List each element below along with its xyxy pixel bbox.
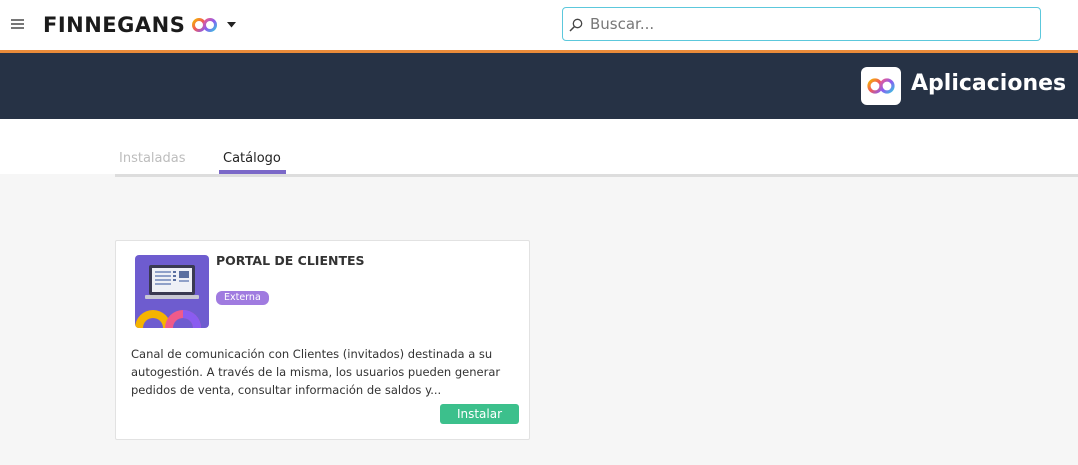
search-input[interactable]: [590, 8, 1030, 40]
install-button[interactable]: Instalar: [440, 404, 519, 424]
chevron-down-icon: [227, 22, 237, 28]
app-type-badge: Externa: [216, 291, 269, 305]
finnegans-logo-icon: [192, 18, 218, 32]
app-description: Canal de comunicación con Clientes (invi…: [131, 347, 501, 397]
top-bar: FINNEGANS: [0, 0, 1078, 53]
apps-logo-icon: [861, 67, 901, 105]
tab-catalogo[interactable]: Catálogo: [223, 151, 281, 166]
app-title: PORTAL DE CLIENTES: [216, 253, 365, 268]
brand-name: FINNEGANS: [43, 13, 186, 37]
brand-dropdown[interactable]: FINNEGANS: [43, 12, 237, 38]
active-tab-indicator: [219, 170, 286, 174]
tab-instaladas[interactable]: Instaladas: [119, 151, 185, 166]
search-box[interactable]: [562, 7, 1041, 41]
laptop-portal-icon: [135, 255, 209, 328]
menu-icon[interactable]: [11, 19, 24, 29]
app-card[interactable]: PORTAL DE CLIENTES Externa Canal de comu…: [115, 240, 530, 440]
search-icon: [569, 18, 583, 32]
tabs-divider: [115, 174, 1078, 177]
page-header: Aplicaciones: [0, 53, 1078, 119]
page-title: Aplicaciones: [911, 71, 1067, 96]
